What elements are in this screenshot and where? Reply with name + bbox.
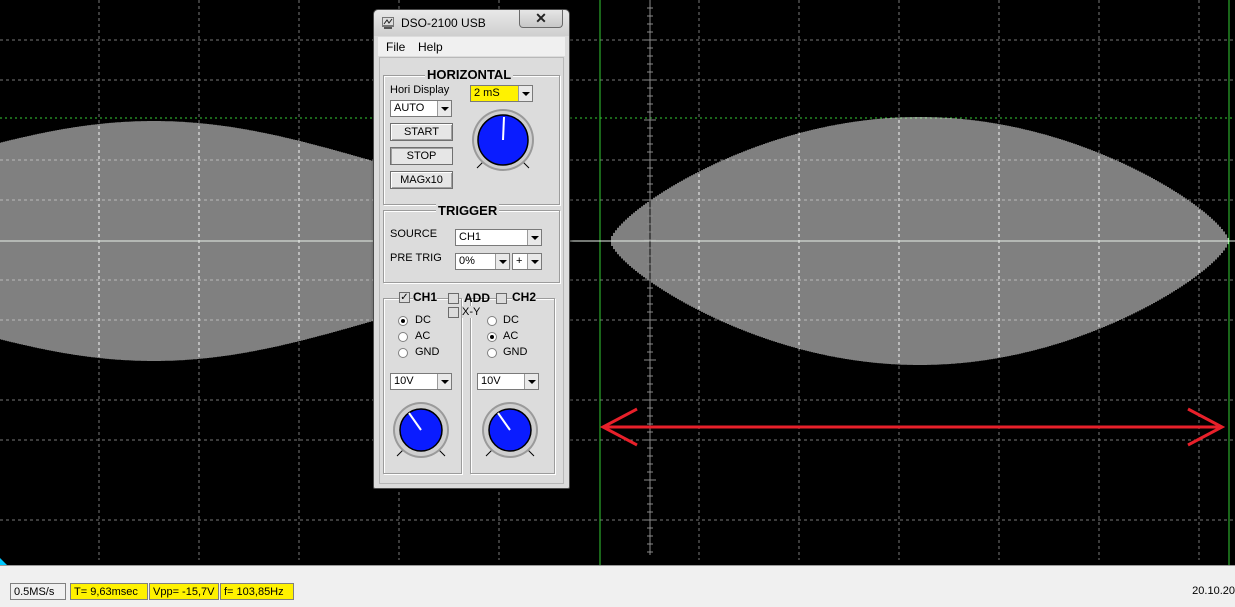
menu-help[interactable]: Help [418,40,443,54]
window-title: DSO-2100 USB [401,16,486,30]
sample-rate: 0.5MS/s [10,583,66,600]
trigger-group [383,210,560,283]
ch1-gnd-radio[interactable] [398,348,408,358]
app-icon [382,17,394,29]
chevron-down-icon [437,374,451,389]
chevron-down-icon [437,101,451,116]
timebase-knob[interactable] [467,106,539,178]
trigger-source-select[interactable]: CH1 [455,229,542,246]
date-readout: 20.10.20 [1192,585,1235,597]
mag-x10-button[interactable]: MAGx10 [390,171,453,189]
ch2-ac-label: AC [503,330,519,342]
status-bar: 0.5MS/s T= 9,63msec Vpp= -15,7V f= 103,8… [0,565,1235,607]
horizontal-title: HORIZONTAL [425,67,514,82]
ch1-trace [0,117,1235,365]
timebase-value: 2 mS [474,87,500,99]
timebase-select[interactable]: 2 mS [470,85,533,102]
ch1-gnd-label: GND [415,346,440,358]
start-button[interactable]: START [390,123,453,141]
ch1-dc-label: DC [415,314,431,326]
chevron-down-icon [518,86,532,101]
ch2-volts-knob[interactable] [478,400,542,464]
trigger-source-label: SOURCE [390,228,438,240]
ch1-label: CH1 [413,290,438,304]
xy-checkbox[interactable] [448,307,459,318]
ch2-checkbox[interactable] [496,293,507,304]
pre-trig-value: 0% [459,255,475,267]
dso-control-window: DSO-2100 USB ✕ File Help HORIZONTAL Hori… [373,9,570,489]
chevron-down-icon [495,254,509,269]
ch2-dc-radio[interactable] [487,316,497,326]
stop-button[interactable]: STOP [390,147,453,165]
pre-trig-select[interactable]: 0% [455,253,510,270]
hori-mode-value: AUTO [394,102,425,114]
menu-file[interactable]: File [386,40,405,54]
xy-label: X-Y [462,306,481,318]
chevron-down-icon [527,254,541,269]
trigger-edge-value: + [516,255,523,267]
ch2-volts-value: 10V [481,375,501,387]
hori-display-label: Hori Display [390,84,450,96]
menu-bar: File Help [378,37,565,56]
close-button[interactable]: ✕ [519,10,563,28]
trigger-marker [0,558,7,565]
chevron-down-icon [527,230,541,245]
ch1-volts-value: 10V [394,375,414,387]
ch1-checkbox[interactable]: ✓ [399,292,410,303]
frequency-readout: f= 103,85Hz [220,583,294,600]
ch1-volts-knob[interactable] [389,400,453,464]
trigger-edge-select[interactable]: + [512,253,542,270]
title-bar[interactable]: DSO-2100 USB ✕ [374,10,569,36]
ch2-gnd-label: GND [503,346,528,358]
ch2-dc-label: DC [503,314,519,326]
add-label: ADD [464,291,490,305]
period-readout: T= 9,63msec [70,583,148,600]
ch1-dc-radio[interactable] [398,316,408,326]
add-checkbox[interactable] [448,293,459,304]
ch1-ac-label: AC [415,330,431,342]
chevron-down-icon [524,374,538,389]
scope-screen[interactable] [0,0,1235,565]
vpp-readout: Vpp= -15,7V [149,583,219,600]
trigger-source-value: CH1 [459,231,482,243]
ch2-ac-radio[interactable] [487,332,497,342]
hori-mode-select[interactable]: AUTO [390,100,452,117]
ch1-volts-select[interactable]: 10V [390,373,452,390]
ch1-ac-radio[interactable] [398,332,408,342]
trigger-title: TRIGGER [436,203,500,218]
control-panel: HORIZONTAL Hori Display AUTO 2 mS START … [379,57,564,484]
ch2-label: CH2 [512,290,537,304]
ch2-volts-select[interactable]: 10V [477,373,539,390]
pre-trig-label: PRE TRIG [390,252,442,264]
ch2-gnd-radio[interactable] [487,348,497,358]
